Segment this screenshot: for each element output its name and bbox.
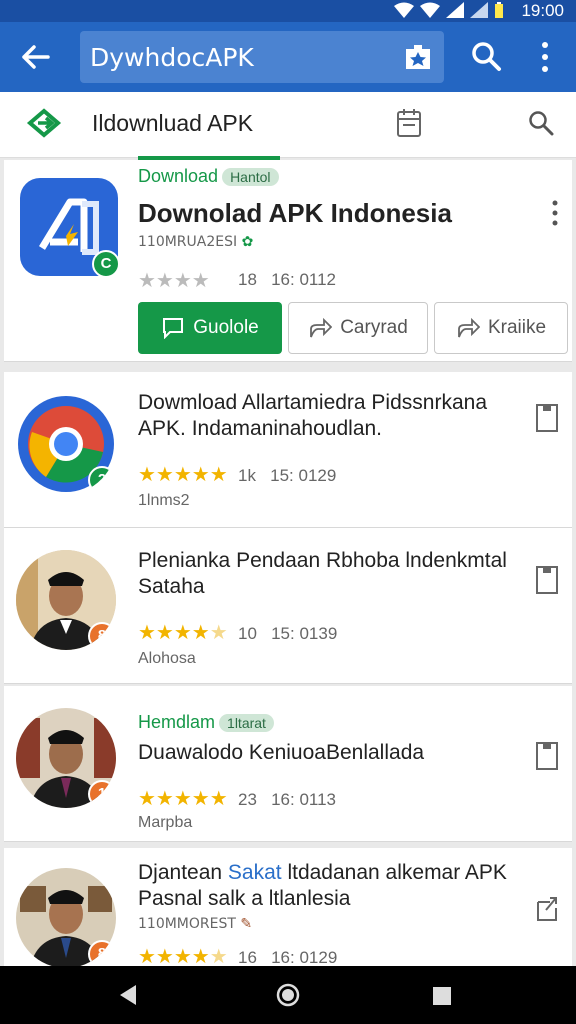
list-item-meta: 110MMOREST ✎ bbox=[138, 916, 252, 932]
featured-meta-text: 110MRUA2ESI bbox=[138, 234, 238, 250]
forward-button-label: Kraiike bbox=[487, 317, 547, 338]
bookmark-icon[interactable] bbox=[536, 566, 558, 594]
search-field[interactable]: DywhdocAPK bbox=[80, 31, 444, 83]
rating-info: 1k 15: 0129 bbox=[238, 466, 336, 486]
app-badge: 8 bbox=[88, 622, 116, 650]
calendar-icon[interactable] bbox=[396, 108, 422, 138]
verified-icon: ✿ bbox=[241, 234, 254, 250]
featured-tag: Download Hantol bbox=[138, 166, 279, 187]
store-header: Ildownluad APK bbox=[0, 92, 576, 158]
bookmark-icon[interactable] bbox=[536, 742, 558, 770]
featured-rating-info: 18 16: 0112 bbox=[238, 270, 336, 290]
featured-app-meta: 110MRUA2ESI ✿ bbox=[138, 234, 253, 250]
featured-rating-value: 16: 0112 bbox=[271, 270, 337, 289]
share-button[interactable]: Caryrad bbox=[288, 302, 428, 354]
app-icon[interactable]: C bbox=[20, 178, 120, 278]
rating-value: 16: 0129 bbox=[271, 948, 338, 967]
rating-info: 10 15: 0139 bbox=[238, 624, 337, 644]
search-icon[interactable] bbox=[470, 40, 502, 72]
list-item[interactable]: 1 Hemdlam 1ltarat Duawalodo KeniuoaBenlal… bbox=[4, 686, 572, 842]
list-item[interactable]: 2 Dowmload Allartamiedra Pidssnrkana APK… bbox=[4, 372, 572, 528]
person-avatar[interactable]: 1 bbox=[16, 708, 116, 808]
more-vert-icon[interactable] bbox=[536, 40, 554, 74]
signal-icon-2 bbox=[470, 2, 488, 18]
rating-count: 23 bbox=[238, 790, 257, 809]
card-more-icon[interactable] bbox=[552, 200, 558, 226]
rating-info: 16 16: 0129 bbox=[238, 948, 337, 968]
nav-home-icon[interactable] bbox=[276, 983, 300, 1007]
list-item-meta-text: 110MMOREST bbox=[138, 916, 236, 932]
nav-back-icon[interactable] bbox=[118, 984, 138, 1006]
app-badge: 1 bbox=[88, 780, 116, 808]
list-item-tag-pill: 1ltarat bbox=[219, 714, 274, 732]
rating-value: 16: 0113 bbox=[271, 790, 337, 809]
nav-recents-icon[interactable] bbox=[432, 986, 452, 1006]
status-bar: 19:00 bbox=[0, 0, 576, 22]
status-icons bbox=[394, 2, 504, 18]
person-avatar[interactable]: 8 bbox=[16, 868, 116, 968]
share-arrow-icon bbox=[310, 317, 333, 338]
list-item-title[interactable]: Dowmload Allartamiedra Pidssnrkana APK. … bbox=[138, 390, 518, 442]
list-item-subtitle: Alohosa bbox=[138, 650, 196, 667]
search-query-text: DywhdocAPK bbox=[90, 43, 254, 72]
primary-button-label: Guolole bbox=[193, 317, 259, 338]
search-icon-secondary[interactable] bbox=[528, 110, 554, 136]
status-time: 19:00 bbox=[521, 1, 564, 20]
bookmark-star-icon[interactable] bbox=[404, 43, 432, 71]
app-bar: DywhdocAPK bbox=[0, 22, 576, 92]
store-logo-icon bbox=[26, 108, 62, 138]
chat-icon bbox=[163, 318, 184, 339]
rating-value: 15: 0139 bbox=[271, 624, 338, 643]
rating-count: 10 bbox=[238, 624, 257, 643]
share-icon[interactable] bbox=[536, 894, 558, 922]
back-arrow-icon[interactable] bbox=[18, 40, 52, 74]
signal-icon bbox=[446, 2, 464, 18]
title-link[interactable]: Sakat bbox=[228, 861, 282, 884]
featured-tag-label: Download bbox=[138, 166, 219, 186]
list-item[interactable]: 8 Djantean Sakat ltdadanan alkemar APK P… bbox=[4, 848, 572, 968]
rating-count: 1k bbox=[238, 466, 256, 485]
rating-value: 15: 0129 bbox=[270, 466, 337, 485]
wifi-icon bbox=[394, 2, 414, 18]
list-item-subtitle: 1lnms2 bbox=[138, 492, 190, 509]
featured-rating-count: 18 bbox=[238, 270, 257, 289]
list-item-title[interactable]: Plenianka Pendaan Rbhoba lndenkmtal Sata… bbox=[138, 548, 518, 600]
rating-info: 23 16: 0113 bbox=[238, 790, 336, 810]
app-badge: 2 bbox=[88, 466, 116, 494]
rating-stars: ★★★★★ bbox=[138, 788, 228, 810]
rating-stars: ★★★★★ bbox=[138, 622, 228, 644]
rating-count: 16 bbox=[238, 948, 257, 967]
list-item-tag-label: Hemdlam bbox=[138, 712, 216, 732]
chrome-app-icon[interactable]: 2 bbox=[16, 394, 116, 494]
forward-arrow-icon bbox=[458, 317, 480, 338]
list-item-subtitle: Marpba bbox=[138, 814, 193, 831]
featured-app-title[interactable]: Downolad APK Indonesia bbox=[138, 198, 452, 229]
app-badge: 8 bbox=[88, 940, 116, 968]
title-part-a: Djantean bbox=[138, 861, 223, 884]
rating-stars: ★★★★★ bbox=[138, 464, 228, 486]
app-badge: C bbox=[92, 250, 120, 278]
battery-icon bbox=[495, 2, 503, 18]
person-avatar[interactable]: 8 bbox=[16, 550, 116, 650]
system-navigation-bar bbox=[0, 966, 576, 1024]
featured-tag-pill: Hantol bbox=[222, 168, 279, 186]
share-button-label: Caryrad bbox=[340, 317, 408, 338]
tag-icon: ✎ bbox=[240, 916, 253, 932]
forward-button[interactable]: Kraiike bbox=[434, 302, 568, 354]
store-title: Ildownluad APK bbox=[92, 110, 254, 136]
list-item-title[interactable]: Duawalodo KeniuoaBenlallada bbox=[138, 740, 518, 766]
wifi-icon-2 bbox=[420, 2, 440, 18]
primary-download-button[interactable]: Guolole bbox=[138, 302, 282, 354]
list-item-title[interactable]: Djantean Sakat ltdadanan alkemar APK Pas… bbox=[138, 860, 518, 912]
bookmark-icon[interactable] bbox=[536, 404, 558, 432]
featured-app-card[interactable]: C Download Hantol Downolad APK Indonesia … bbox=[4, 160, 572, 362]
featured-rating-stars: ★★★★ bbox=[138, 270, 210, 292]
list-item-tag: Hemdlam 1ltarat bbox=[138, 712, 274, 733]
list-item[interactable]: 8 Plenianka Pendaan Rbhoba lndenkmtal Sa… bbox=[4, 528, 572, 684]
